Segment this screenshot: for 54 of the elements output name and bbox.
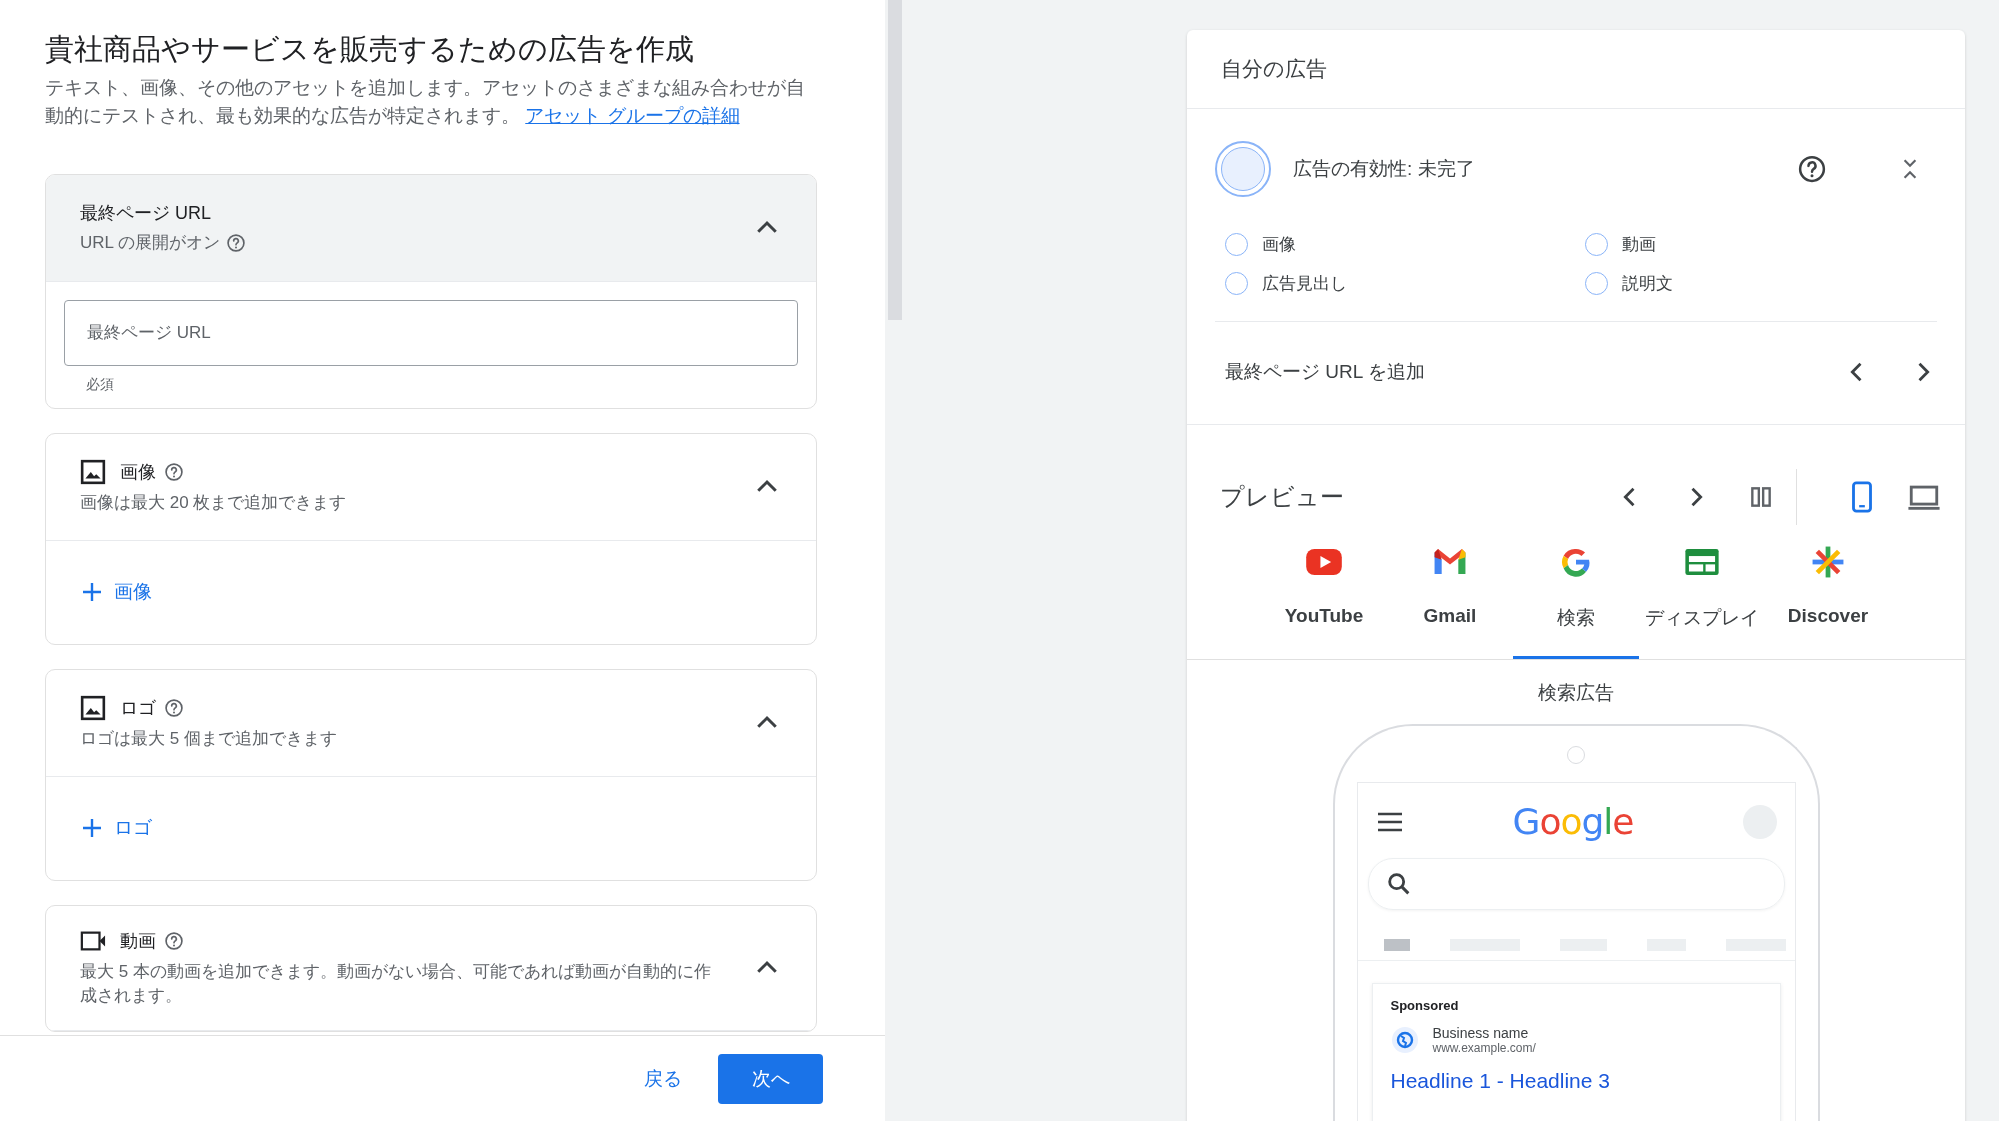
help-icon[interactable]	[1797, 154, 1827, 184]
section-header[interactable]: 画像 画像は最大 20 枚まで追加できます	[46, 434, 816, 541]
section-subtitle: ロゴは最大 5 個まで追加できます	[80, 728, 337, 750]
checklist-label: 広告見出し	[1262, 273, 1347, 295]
channel-tab[interactable]: ディスプレイ	[1639, 537, 1765, 659]
section-title: 動画	[120, 930, 156, 953]
checklist-label: 説明文	[1622, 273, 1673, 295]
help-icon[interactable]	[164, 698, 184, 718]
channel-tab[interactable]: Gmail	[1387, 537, 1513, 659]
section-subtitle: 画像は最大 20 枚まで追加できます	[80, 492, 347, 514]
add-button[interactable]: ロゴ	[80, 815, 152, 841]
ad-headline: Headline 1 - Headline 3	[1390, 1069, 1610, 1093]
business-name: Business name	[1432, 1025, 1530, 1041]
search-engine-logo: Google	[1512, 801, 1634, 842]
help-icon[interactable]	[164, 931, 184, 951]
url-field[interactable]: 最終ページ URL	[64, 300, 798, 366]
plus-icon	[80, 580, 104, 604]
image-icon	[80, 695, 106, 721]
checklist-label: 動画	[1622, 234, 1656, 256]
section-subtitle: 最大 5 本の動画を追加できます。動画がない場合、可能であれば動画が自動的に作成されます。	[80, 961, 712, 1007]
sponsored-label: Sponsored	[1390, 998, 1460, 1013]
help-icon[interactable]	[164, 462, 184, 482]
section-title: 画像	[120, 461, 156, 484]
next-button[interactable]: 次へ	[718, 1053, 823, 1104]
checklist-label: 画像	[1262, 234, 1296, 256]
channel-tab[interactable]: Discover	[1765, 537, 1891, 659]
details-link[interactable]: アセット グループの詳細	[525, 105, 740, 126]
section-header[interactable]: 動画 最大 5 本の動画を追加できます。動画がない場合、可能であれば動画が自動的に作成されます。	[46, 906, 816, 1031]
add-button[interactable]: 画像	[80, 579, 152, 605]
tab-placeholder	[1383, 939, 1410, 951]
effectiveness-ring-icon	[1215, 141, 1271, 197]
plus-icon	[80, 816, 104, 840]
globe-icon	[1390, 1026, 1419, 1054]
effectiveness-label: 広告の有効性: 未完了	[1293, 157, 1476, 181]
section-subtitle: URL の展開がオン	[80, 232, 221, 254]
helper-text: 必須	[86, 376, 114, 394]
menu-icon	[1375, 810, 1404, 833]
page-description: テキスト、画像、その他のアセットを追加します。アセットのさまざまな組み合わせが自動的にテストされ、最も効果的な広告が特定されます。 アセット グループの詳細	[45, 76, 806, 128]
preview-label: 検索広告	[1538, 682, 1614, 703]
page-title: 貴社商品やサービスを販売するための広告を作成	[45, 32, 695, 67]
columns-icon[interactable]	[1748, 484, 1774, 510]
help-icon[interactable]	[226, 233, 247, 253]
section-title: 最終ページ URL	[80, 202, 211, 225]
url-prompt: 最終ページ URL を追加	[1225, 360, 1426, 384]
back-button[interactable]: 戻る	[632, 1055, 694, 1102]
image-icon	[80, 459, 106, 485]
business-url: www.example.com/	[1432, 1041, 1536, 1055]
section-header[interactable]: 最終ページ URL URL の展開がオン	[46, 175, 816, 282]
channel-tab[interactable]: 検索	[1513, 537, 1639, 659]
panel-title: 自分の広告	[1221, 56, 1327, 82]
section-title: ロゴ	[120, 697, 156, 720]
preview-title: プレビュー	[1220, 482, 1345, 512]
channel-tab[interactable]: YouTube	[1261, 537, 1387, 659]
section-header[interactable]: ロゴ ロゴは最大 5 個まで追加できます	[46, 670, 816, 777]
